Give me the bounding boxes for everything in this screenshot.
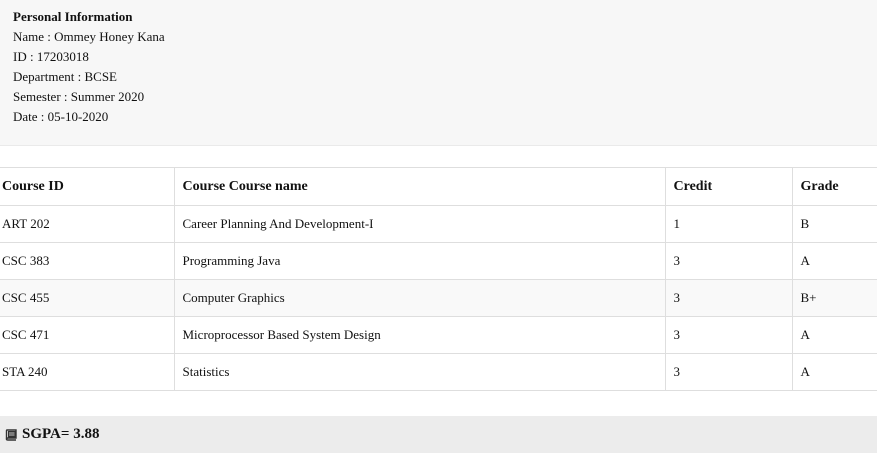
credit-cell: 3	[664, 353, 793, 391]
course-name-cell: Computer Graphics	[173, 279, 666, 317]
credit-cell: 1	[664, 205, 793, 243]
sgpa-summary: SGPA= 3.88	[0, 416, 877, 453]
result-page: Personal Information Name : Ommey Honey …	[0, 0, 877, 461]
grade-cell: B+	[791, 279, 877, 317]
table-header-row: Course ID Course Course name Credit Grad…	[0, 167, 877, 206]
course-table: Course ID Course Course name Credit Grad…	[0, 167, 877, 391]
grade-cell: B	[791, 205, 877, 243]
course-name-cell: Microprocessor Based System Design	[173, 316, 666, 354]
grade-cell: A	[791, 353, 877, 391]
course-id-cell: CSC 383	[0, 242, 175, 280]
sgpa-label: SGPA= 3.88	[22, 426, 100, 442]
course-id-cell: CSC 455	[0, 279, 175, 317]
student-name: Name : Ommey Honey Kana	[13, 29, 165, 44]
table-row: CSC 455 Computer Graphics 3 B+	[0, 279, 877, 317]
student-semester: Semester : Summer 2020	[13, 89, 145, 104]
course-name-cell: Programming Java	[173, 242, 666, 280]
student-department: Department : BCSE	[13, 69, 117, 84]
header-credit: Credit	[664, 167, 793, 206]
credit-cell: 3	[664, 279, 793, 317]
course-id-cell: STA 240	[0, 353, 175, 391]
table-row: CSC 471 Microprocessor Based System Desi…	[0, 316, 877, 354]
table-row: STA 240 Statistics 3 A	[0, 353, 877, 391]
course-name-cell: Career Planning And Development-I	[173, 205, 666, 243]
grade-cell: A	[791, 316, 877, 354]
table-row: ART 202 Career Planning And Development-…	[0, 205, 877, 243]
book-icon	[5, 428, 18, 441]
table-row: CSC 383 Programming Java 3 A	[0, 242, 877, 280]
credit-cell: 3	[664, 316, 793, 354]
personal-info-panel: Personal Information Name : Ommey Honey …	[0, 0, 877, 146]
course-id-cell: ART 202	[0, 205, 175, 243]
result-date: Date : 05-10-2020	[13, 109, 109, 124]
grade-cell: A	[791, 242, 877, 280]
header-course-id: Course ID	[0, 167, 175, 206]
header-grade: Grade	[791, 167, 877, 206]
personal-info-title: Personal Information	[13, 9, 133, 24]
credit-cell: 3	[664, 242, 793, 280]
course-id-cell: CSC 471	[0, 316, 175, 354]
student-id: ID : 17203018	[13, 49, 89, 64]
course-name-cell: Statistics	[173, 353, 666, 391]
header-course-name: Course Course name	[173, 167, 666, 206]
